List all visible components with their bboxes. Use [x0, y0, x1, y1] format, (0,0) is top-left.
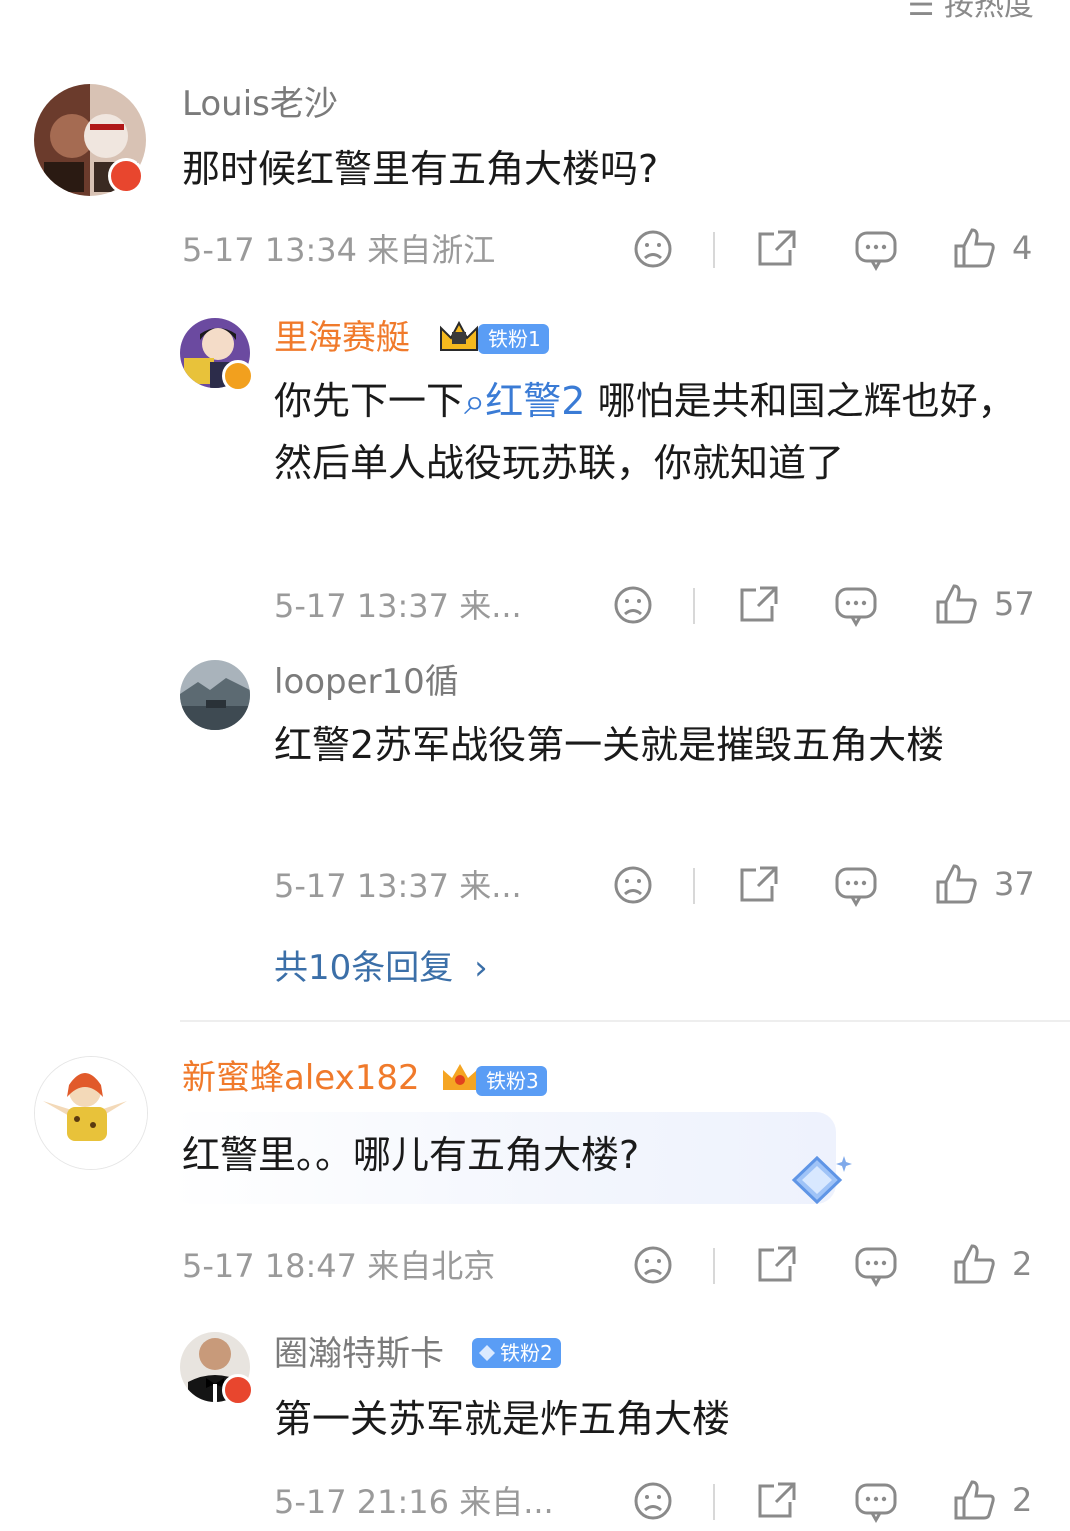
reply-button[interactable] — [834, 584, 878, 628]
more-replies-link[interactable]: 共10条回复 › — [274, 940, 488, 989]
comment-location: 来自北京 — [367, 1247, 496, 1285]
reply-location: 来自... — [459, 1483, 554, 1521]
dislike-button[interactable] — [632, 1244, 674, 1286]
comment-text: 红警里。。哪儿有五角大楼? — [182, 1133, 640, 1177]
comment-meta: 5-17 18:47 来自北京 — [182, 1246, 495, 1286]
like-count: 2 — [1012, 1481, 1033, 1519]
like-count: 57 — [994, 585, 1035, 623]
share-button[interactable] — [736, 584, 780, 626]
comment-text: 那时候红警里有五角大楼吗? — [182, 147, 659, 191]
username[interactable]: 圈瀚特斯卡 — [274, 1334, 444, 1374]
crown-icon — [440, 320, 478, 351]
reply-button[interactable] — [834, 864, 878, 908]
topic-link[interactable]: ⌕红警2 — [464, 379, 585, 423]
search-icon: ⌕ — [464, 379, 486, 423]
reply-time: 5-17 21:16 — [274, 1483, 450, 1521]
avatar[interactable] — [34, 1056, 148, 1170]
action-divider — [713, 1248, 715, 1284]
comment-time: 5-17 18:47 — [182, 1247, 358, 1285]
sad-face-icon — [614, 866, 652, 904]
thumbs-up-icon — [954, 1480, 995, 1520]
username[interactable]: Louis老沙 — [182, 84, 338, 124]
thumbs-up-icon — [936, 584, 977, 624]
like-count: 2 — [1012, 1245, 1033, 1283]
share-button[interactable] — [736, 864, 780, 906]
thumbs-up-icon — [954, 228, 995, 268]
chevron-right-icon: › — [474, 948, 488, 988]
dislike-button[interactable] — [612, 584, 654, 626]
dislike-button[interactable] — [632, 228, 674, 270]
verified-badge-icon — [222, 1374, 254, 1406]
reply-location: 来... — [459, 587, 522, 625]
share-icon — [758, 1246, 796, 1282]
sad-face-icon — [614, 586, 652, 624]
reply-text-part: 你先下一下 — [274, 379, 465, 423]
share-button[interactable] — [754, 1480, 798, 1522]
reply-time: 5-17 13:37 — [274, 587, 450, 625]
like-count: 37 — [994, 865, 1035, 903]
thumbs-up-icon — [954, 1244, 995, 1284]
action-divider — [693, 588, 695, 624]
share-button[interactable] — [754, 228, 798, 270]
verified-badge-icon — [108, 158, 144, 194]
action-divider — [713, 1484, 715, 1520]
comment-divider — [180, 1020, 1070, 1022]
reply-text: 你先下一下⌕红警2 哪怕是共和国之辉也好，然后单人战役玩苏联，你就知道了 — [274, 370, 1044, 494]
comment-time: 5-17 13:34 — [182, 231, 358, 269]
username[interactable]: 里海赛艇 — [274, 318, 410, 358]
verified-badge-icon — [222, 360, 254, 392]
like-button[interactable]: 37 — [934, 862, 1035, 906]
like-button[interactable]: 2 — [952, 1242, 1032, 1286]
like-count: 4 — [1012, 229, 1033, 267]
comment-icon — [855, 1247, 897, 1288]
diamond-decoration-icon — [791, 1155, 852, 1205]
action-divider — [713, 232, 715, 268]
comment-icon — [855, 231, 897, 272]
share-icon — [758, 1482, 796, 1518]
share-icon — [740, 586, 778, 622]
reply-time: 5-17 13:37 — [274, 867, 450, 905]
share-icon — [740, 866, 778, 902]
sort-icon: ☰ — [907, 0, 944, 23]
crown-icon — [443, 1064, 477, 1090]
sad-face-icon — [634, 230, 672, 268]
fan-badge: 铁粉1 — [478, 324, 549, 354]
avatar[interactable] — [180, 660, 250, 730]
username[interactable]: looper10循 — [274, 662, 459, 702]
like-button[interactable]: 4 — [952, 226, 1032, 270]
thumbs-up-icon — [936, 864, 977, 904]
dislike-button[interactable] — [632, 1480, 674, 1522]
fan-badge: 铁粉3 — [476, 1066, 547, 1096]
comment-icon — [835, 867, 877, 908]
username[interactable]: 新蜜蜂alex182 — [182, 1058, 420, 1098]
comment-location: 来自浙江 — [367, 231, 496, 269]
comment-icon — [855, 1483, 897, 1524]
reply-button[interactable] — [854, 1480, 898, 1524]
sad-face-icon — [634, 1482, 672, 1520]
reply-text: 红警2苏军战役第一关就是摧毁五角大楼 — [274, 723, 945, 767]
fan-badge: 铁粉2 — [472, 1338, 561, 1368]
like-button[interactable]: 57 — [934, 582, 1035, 626]
sort-label: 按热度 — [944, 0, 1034, 23]
reply-button[interactable] — [854, 1244, 898, 1288]
comment-icon — [835, 587, 877, 628]
like-button[interactable]: 2 — [952, 1478, 1032, 1522]
reply-meta: 5-17 13:37 来... — [274, 586, 522, 626]
dislike-button[interactable] — [612, 864, 654, 906]
sort-by-hot-button[interactable]: ☰ 按热度 — [908, 0, 1034, 24]
sad-face-icon — [634, 1246, 672, 1284]
reply-meta: 5-17 13:37 来... — [274, 866, 522, 906]
reply-text: 第一关苏军就是炸五角大楼 — [274, 1397, 731, 1441]
diamond-icon — [479, 1345, 495, 1361]
reply-meta: 5-17 21:16 来自... — [274, 1482, 554, 1522]
reply-button[interactable] — [854, 228, 898, 272]
action-divider — [693, 868, 695, 904]
share-icon — [758, 230, 796, 266]
reply-location: 来... — [459, 867, 522, 905]
share-button[interactable] — [754, 1244, 798, 1286]
comment-meta: 5-17 13:34 来自浙江 — [182, 230, 495, 270]
